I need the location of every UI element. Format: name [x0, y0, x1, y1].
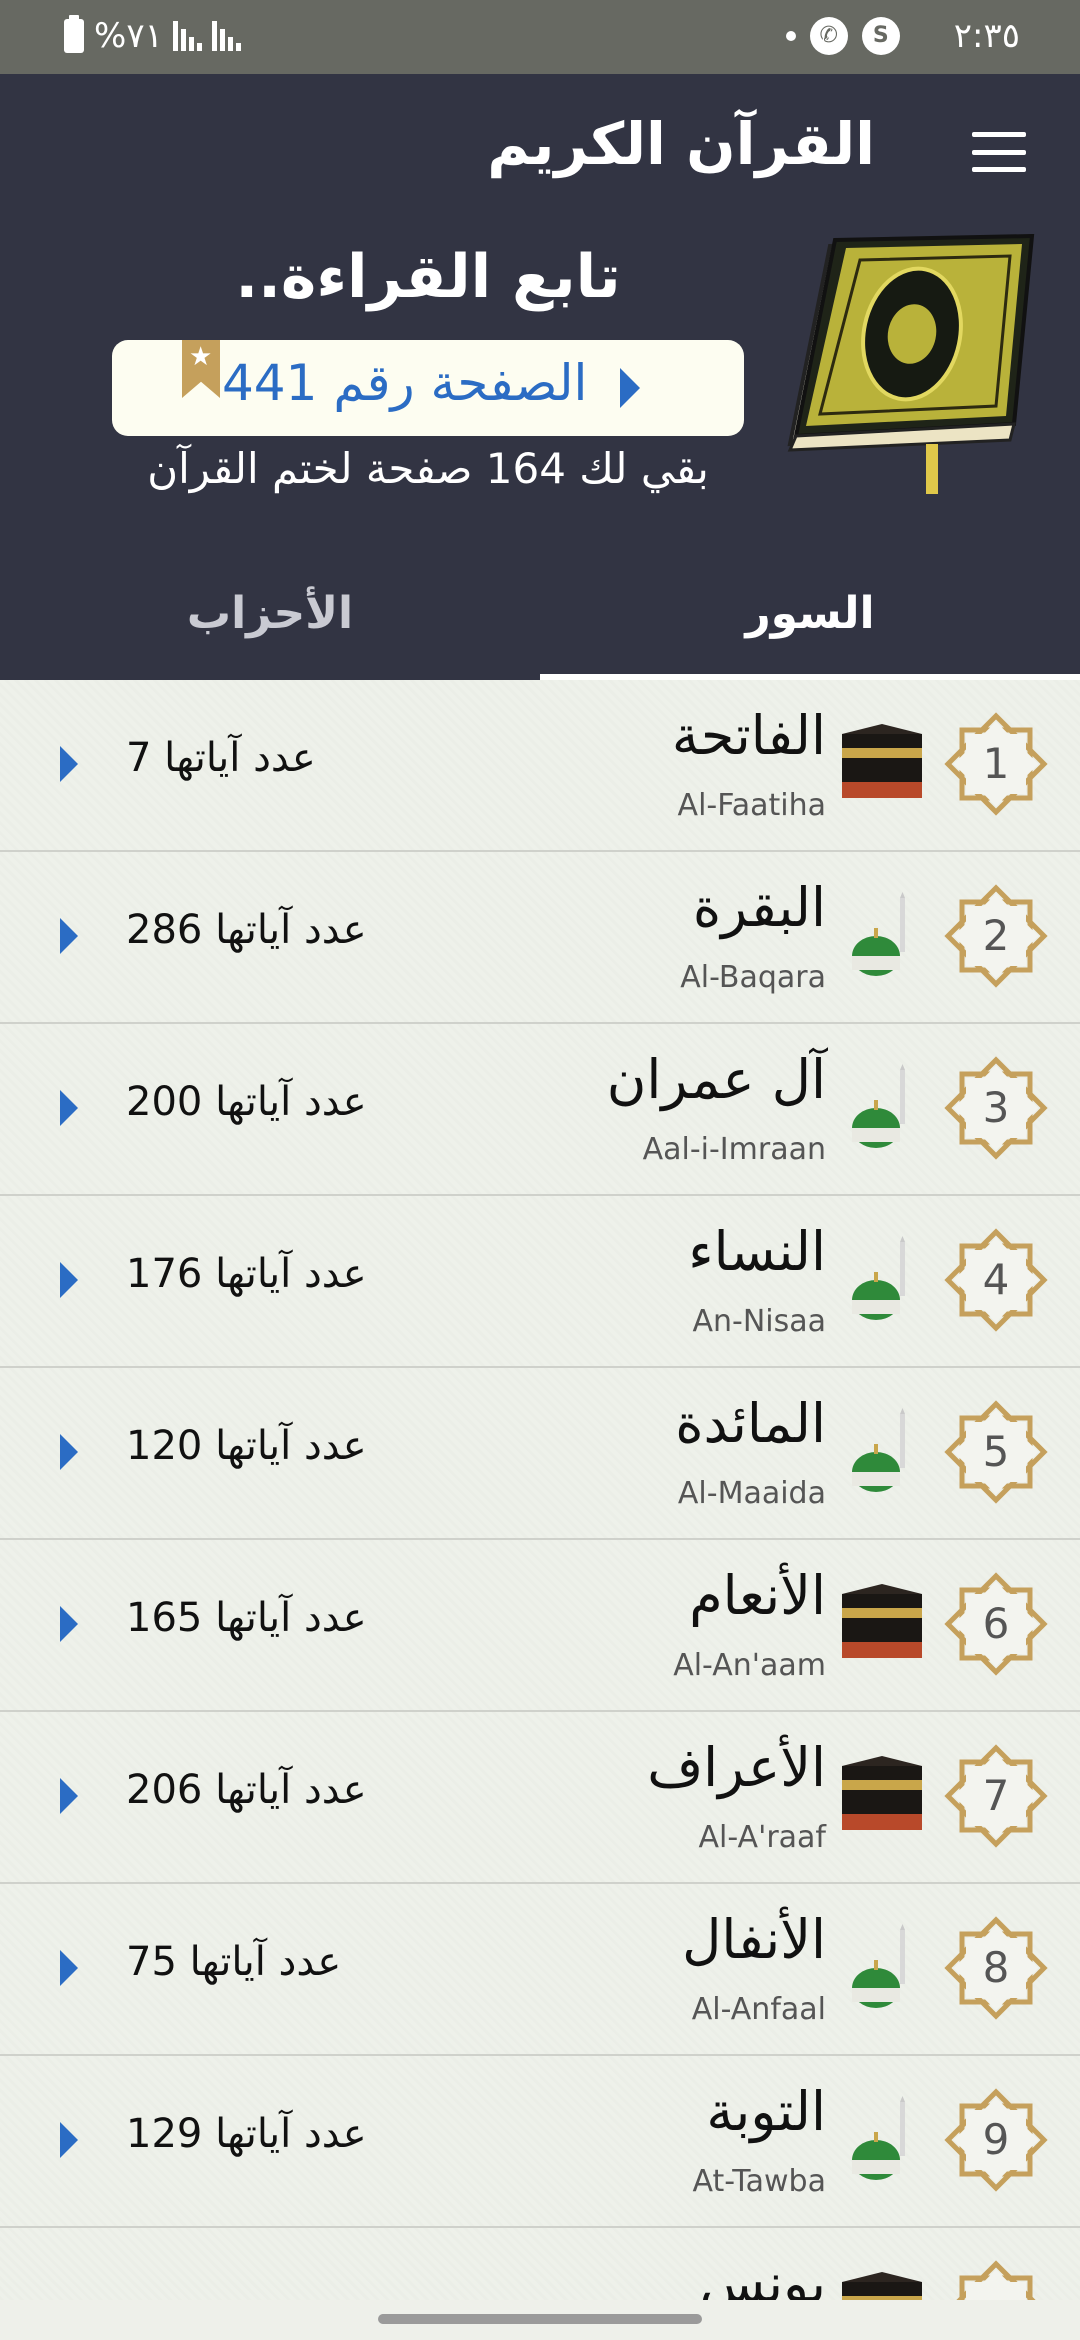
surah-english-name: Al-A'raaf — [698, 1820, 826, 1855]
surah-english-name: An-Nisaa — [692, 1304, 826, 1339]
ayat-count: عدد آياتها 286 — [126, 907, 367, 953]
tab-ahzab[interactable]: الأحزاب — [0, 554, 540, 680]
play-arrow-icon[interactable] — [60, 746, 78, 782]
mosque-dome-icon — [836, 1408, 928, 1492]
surah-list[interactable]: 1 الفاتحة Al-Faatiha عدد آياتها 7 2 البقرة Al-… — [0, 680, 1080, 2300]
surah-row[interactable]: 2 البقرة Al-Baqara عدد آياتها 286 — [0, 852, 1080, 1024]
ayat-count: عدد آياتها 206 — [126, 1767, 367, 1813]
status-left: %٧١ — [64, 15, 241, 56]
home-handle[interactable] — [378, 2314, 702, 2324]
surah-arabic-name: المائدة — [675, 1392, 826, 1455]
surah-number: 5 — [982, 1427, 1010, 1476]
signal-icon — [172, 21, 202, 51]
surah-arabic-name: البقرة — [692, 876, 826, 939]
play-arrow-icon[interactable] — [60, 1090, 78, 1126]
app-title: القرآن الكريم — [487, 110, 875, 178]
surah-english-name: Aal-i-Imraan — [642, 1132, 826, 1167]
surah-row[interactable]: 3 آل عمران Aal-i-Imraan عدد آياتها 200 — [0, 1024, 1080, 1196]
navigation-bar — [0, 2300, 1080, 2340]
surah-row[interactable]: 5 المائدة Al-Maaida عدد آياتها 120 — [0, 1368, 1080, 1540]
surah-arabic-name: آل عمران — [606, 1048, 826, 1111]
continue-page-button[interactable]: الصفحة رقم 441 — [112, 340, 744, 436]
mosque-dome-icon — [836, 1924, 928, 2008]
menu-icon[interactable] — [972, 132, 1026, 172]
tab-bar: السور الأحزاب — [0, 554, 1080, 680]
ayat-count: عدد آياتها 129 — [126, 2111, 367, 2157]
play-arrow-icon[interactable] — [60, 1262, 78, 1298]
page-button-label: الصفحة رقم 441 — [222, 354, 588, 412]
surah-arabic-name: يونس — [699, 2252, 826, 2300]
status-right: ✆ S ٢:٣٥ — [785, 16, 1020, 56]
surah-number — [940, 2256, 1052, 2300]
surah-arabic-name: الأنفال — [682, 1908, 826, 1971]
surah-english-name: At-Tawba — [692, 2164, 826, 2199]
surah-number: 4 — [982, 1255, 1010, 1304]
viber-icon: ✆ — [809, 17, 848, 55]
ayat-count: عدد آياتها 165 — [126, 1595, 367, 1641]
mosque-dome-icon — [836, 2096, 928, 2180]
play-arrow-icon[interactable] — [60, 1606, 78, 1642]
surah-arabic-name: الفاتحة — [671, 704, 826, 767]
surah-row[interactable]: 6 الأنعام Al-An'aam عدد آياتها 165 — [0, 1540, 1080, 1712]
kaaba-icon — [836, 1752, 928, 1836]
surah-row[interactable]: 9 التوبة At-Tawba عدد آياتها 129 — [0, 2056, 1080, 2228]
surah-english-name: Al-Baqara — [680, 960, 826, 995]
surah-number: 3 — [982, 1083, 1010, 1132]
mosque-dome-icon — [836, 1236, 928, 1320]
surah-row[interactable]: 4 النساء An-Nisaa عدد آياتها 176 — [0, 1196, 1080, 1368]
surah-number: 8 — [982, 1943, 1010, 1992]
ayat-count: عدد آياتها 120 — [126, 1423, 367, 1469]
continue-reading-title: تابع القراءة.. — [235, 242, 621, 312]
kaaba-icon — [836, 1580, 928, 1664]
surah-number: 1 — [982, 739, 1010, 788]
status-bar: %٧١ ✆ S ٢:٣٥ — [0, 0, 1080, 74]
surah-arabic-name: التوبة — [706, 2080, 826, 2143]
play-arrow-icon — [620, 368, 640, 408]
play-arrow-icon[interactable] — [60, 2122, 78, 2158]
surah-english-name: Al-Maaida — [677, 1476, 826, 1511]
clock: ٢:٣٥ — [953, 16, 1020, 56]
surah-number: 9 — [982, 2115, 1010, 2164]
quran-book-icon — [787, 234, 1035, 494]
bookmark-icon — [182, 340, 220, 398]
skype-icon: S — [861, 17, 900, 55]
signal-icon-2 — [211, 21, 241, 51]
surah-english-name: Al-Anfaal — [691, 1992, 826, 2027]
surah-arabic-name: الأعراف — [647, 1736, 826, 1799]
ayat-count: عدد آياتها 7 — [126, 735, 316, 781]
play-arrow-icon[interactable] — [60, 1778, 78, 1814]
surah-english-name: Al-Faatiha — [677, 788, 826, 823]
surah-english-name: Al-An'aam — [673, 1648, 826, 1683]
surah-row[interactable]: 7 الأعراف Al-A'raaf عدد آياتها 206 — [0, 1712, 1080, 1884]
kaaba-icon — [836, 2268, 928, 2300]
kaaba-icon — [836, 720, 928, 804]
mosque-dome-icon — [836, 892, 928, 976]
surah-arabic-name: النساء — [688, 1220, 826, 1283]
surah-number: 7 — [982, 1771, 1010, 1820]
surah-row[interactable]: يونس — [0, 2228, 1080, 2300]
surah-number: 2 — [982, 911, 1010, 960]
ayat-count: عدد آياتها 200 — [126, 1079, 367, 1125]
battery-percent: %٧١ — [94, 16, 163, 56]
surah-arabic-name: الأنعام — [689, 1564, 826, 1627]
battery-icon — [64, 15, 84, 53]
surah-row[interactable]: 8 الأنفال Al-Anfaal عدد آياتها 75 — [0, 1884, 1080, 2056]
surah-row[interactable]: 1 الفاتحة Al-Faatiha عدد آياتها 7 — [0, 680, 1080, 852]
remaining-pages-text: بقي لك 164 صفحة لختم القرآن — [147, 444, 709, 493]
ayat-count: عدد آياتها 75 — [126, 1939, 342, 1985]
tab-surahs[interactable]: السور — [540, 554, 1080, 680]
ayat-count: عدد آياتها 176 — [126, 1251, 367, 1297]
surah-number: 6 — [982, 1599, 1010, 1648]
mosque-dome-icon — [836, 1064, 928, 1148]
app-header: القرآن الكريم تابع القراءة.. الصفحة رقم … — [0, 74, 1080, 680]
play-arrow-icon[interactable] — [60, 1434, 78, 1470]
play-arrow-icon[interactable] — [60, 918, 78, 954]
notification-dot-icon — [785, 31, 796, 41]
play-arrow-icon[interactable] — [60, 1950, 78, 1986]
